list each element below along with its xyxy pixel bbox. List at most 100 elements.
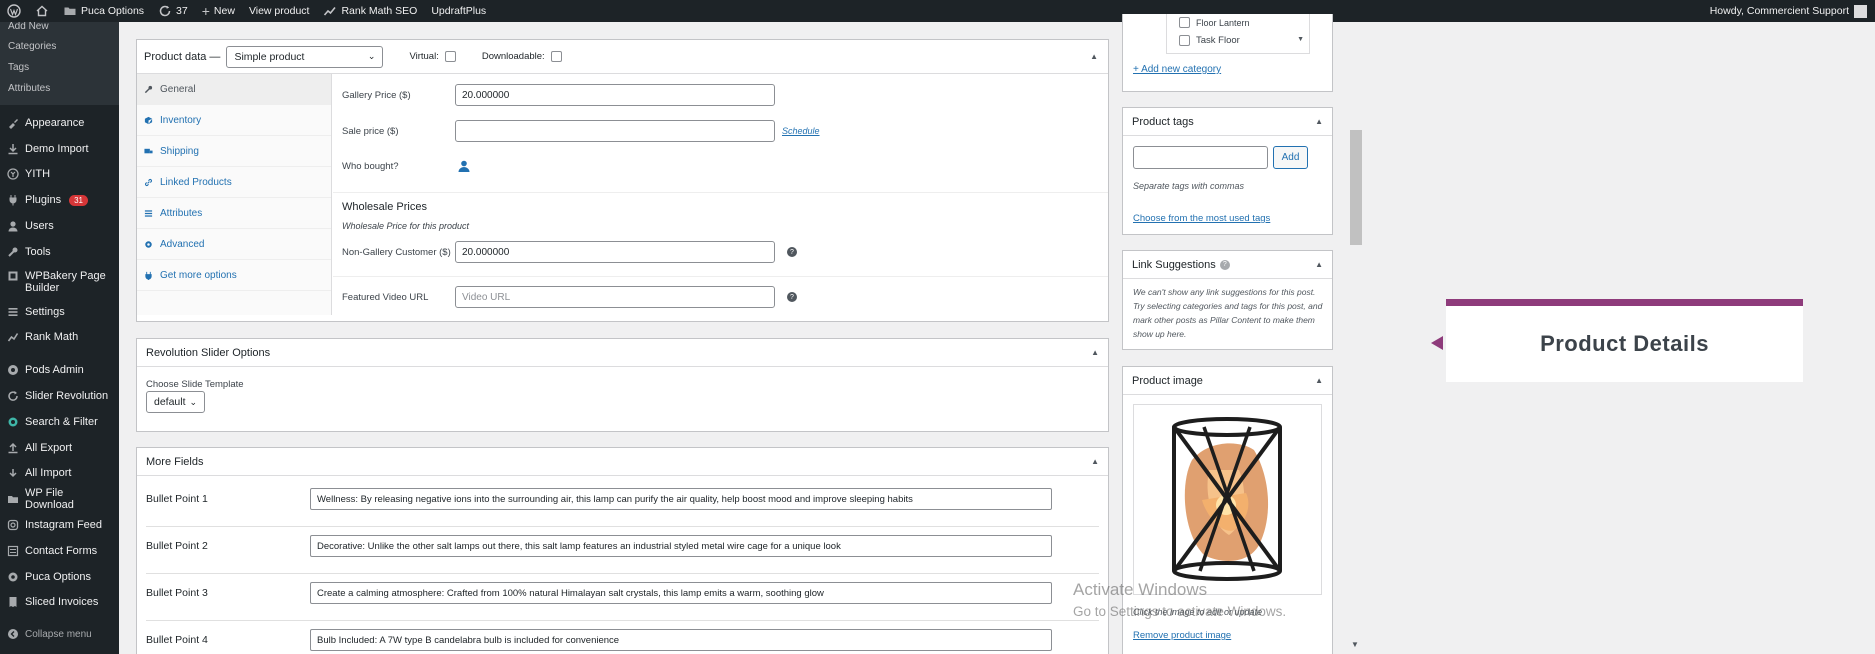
submenu-add-new[interactable]: Add New <box>0 22 119 36</box>
invoice-icon <box>9 597 17 608</box>
rank-math-link[interactable]: Rank Math SEO <box>316 0 424 22</box>
brush-icon <box>9 118 18 129</box>
sidebar-item-label: Sliced Invoices <box>25 596 99 609</box>
category-checkbox[interactable] <box>1179 17 1190 28</box>
tab-inventory[interactable]: Inventory <box>137 105 331 136</box>
chevron-down-icon[interactable]: ▼ <box>1297 36 1304 43</box>
scroll-down-arrow-icon[interactable]: ▼ <box>1351 640 1359 649</box>
collapse-toggle-icon[interactable]: ▲ <box>1091 348 1099 357</box>
sidebar-item-all-import[interactable]: All Import <box>0 461 119 487</box>
collapse-toggle-icon[interactable]: ▲ <box>1315 376 1323 385</box>
sidebar-item-yith[interactable]: YITH <box>0 162 119 188</box>
virtual-checkbox[interactable] <box>444 51 456 62</box>
help-icon[interactable]: ? <box>787 292 797 302</box>
form-icon <box>7 545 19 556</box>
pods-icon <box>8 365 18 376</box>
choose-most-used-tags-link[interactable]: Choose from the most used tags <box>1133 213 1270 224</box>
add-new-category-link[interactable]: + Add new category <box>1133 64 1221 75</box>
divider <box>333 192 1108 193</box>
sidebar-item-puca-options[interactable]: Puca Options <box>0 564 119 590</box>
category-checkbox[interactable] <box>1179 35 1190 46</box>
sidebar-item-tools[interactable]: Tools <box>0 239 119 265</box>
sidebar-item-appearance[interactable]: Appearance <box>0 110 119 136</box>
category-item[interactable]: Floor Lantern <box>1167 14 1309 31</box>
sidebar-item-contact-forms[interactable]: Contact Forms <box>0 538 119 564</box>
help-icon[interactable]: ? <box>1219 259 1230 270</box>
collapse-toggle-icon[interactable]: ▲ <box>1091 457 1099 466</box>
tab-attributes[interactable]: Attributes <box>137 198 331 229</box>
scrollbar-track[interactable] <box>1348 22 1364 654</box>
builder-icon <box>8 271 18 281</box>
category-item[interactable]: Task Floor <box>1167 31 1309 50</box>
gallery-price-label: Gallery Price ($) <box>342 89 411 101</box>
collapse-toggle-icon[interactable]: ▲ <box>1315 117 1323 126</box>
user-icon[interactable] <box>457 159 471 173</box>
wordpress-logo-button[interactable] <box>0 0 28 22</box>
bullet-point-input[interactable]: Create a calming atmosphere: Crafted fro… <box>310 582 1052 604</box>
tab-general[interactable]: General <box>137 74 331 105</box>
category-list[interactable]: Floor Lantern Task Floor ▼ <box>1166 14 1310 54</box>
sidebar-item-pods-admin[interactable]: Pods Admin <box>0 357 119 383</box>
tab-inventory-label: Inventory <box>160 114 202 126</box>
who-bought-label: Who bought? <box>342 160 399 172</box>
featured-video-input[interactable]: Video URL <box>455 286 775 308</box>
salt-lamp-image[interactable] <box>1134 405 1321 594</box>
non-gallery-input[interactable]: 20.000000 <box>455 241 775 263</box>
sidebar-item-demo-import[interactable]: Demo Import <box>0 136 119 162</box>
add-tag-button[interactable]: Add <box>1273 146 1308 169</box>
account-menu[interactable]: Howdy, Commercient Support <box>1710 0 1867 22</box>
sidebar-item-label: Tools <box>25 245 51 258</box>
sidebar-item-label: Rank Math <box>25 331 79 344</box>
collapse-toggle-icon[interactable]: ▲ <box>1090 52 1098 61</box>
product-tags-title: Product tags <box>1132 115 1194 128</box>
gallery-price-input[interactable]: 20.000000 <box>455 84 775 106</box>
sidebar-item-label: WPBakery Page Builder <box>25 269 106 294</box>
downloadable-checkbox[interactable] <box>550 51 562 62</box>
product-image-frame[interactable] <box>1133 404 1322 595</box>
slide-template-value: default <box>154 396 186 408</box>
sidebar-item-sliced-invoices[interactable]: Sliced Invoices <box>0 590 119 616</box>
bullet-point-input[interactable]: Wellness: By releasing negative ions int… <box>310 488 1052 510</box>
wrench-icon <box>144 85 153 93</box>
submenu-attributes[interactable]: Attributes <box>0 78 119 99</box>
rank-math-label: Rank Math SEO <box>341 5 418 17</box>
sidebar-item-slider-revolution[interactable]: Slider Revolution <box>0 383 119 409</box>
tab-advanced[interactable]: Advanced <box>137 229 331 260</box>
collapse-toggle-icon[interactable]: ▲ <box>1315 260 1323 269</box>
collapse-menu-button[interactable]: Collapse menu <box>0 621 119 647</box>
sidebar-item-label: Pods Admin <box>25 364 84 377</box>
schedule-link[interactable]: Schedule <box>782 126 820 136</box>
help-icon[interactable]: ? <box>787 247 797 257</box>
bullet-point-input[interactable]: Decorative: Unlike the other salt lamps … <box>310 535 1052 557</box>
remove-product-image-link[interactable]: Remove product image <box>1133 630 1231 641</box>
home-button[interactable] <box>28 0 56 22</box>
updates-link[interactable]: 37 <box>151 0 195 22</box>
sidebar-item-plugins[interactable]: Plugins 31 <box>0 187 119 213</box>
new-content-link[interactable]: + New <box>195 0 242 22</box>
tab-shipping[interactable]: Shipping <box>137 136 331 167</box>
slide-template-select[interactable]: default ⌄ <box>146 391 205 413</box>
sidebar-item-settings[interactable]: Settings <box>0 299 119 325</box>
sidebar-item-rank-math[interactable]: Rank Math <box>0 325 119 351</box>
sidebar-item-users[interactable]: Users <box>0 213 119 239</box>
sale-price-input[interactable] <box>455 120 775 142</box>
updraftplus-link[interactable]: UpdraftPlus <box>424 0 493 22</box>
bullet-point-input[interactable]: Bulb Included: A 7W type B candelabra bu… <box>310 629 1052 651</box>
link-icon <box>144 178 153 186</box>
submenu-tags[interactable]: Tags <box>0 57 119 78</box>
tab-get-more-options[interactable]: Get more options <box>137 260 331 291</box>
sidebar-item-search-filter[interactable]: Search & Filter <box>0 409 119 435</box>
tag-input[interactable] <box>1133 146 1268 169</box>
scrollbar-thumb[interactable] <box>1350 130 1362 245</box>
sidebar-item-instagram-feed[interactable]: Instagram Feed <box>0 512 119 538</box>
more-fields-header: More Fields ▲ <box>137 448 1108 476</box>
submenu-categories[interactable]: Categories <box>0 36 119 57</box>
view-product-link[interactable]: View product <box>242 0 317 22</box>
sidebar-item-wp-file-download[interactable]: WP File Download <box>0 486 119 512</box>
site-name-link[interactable]: Puca Options <box>56 0 151 22</box>
non-gallery-label: Non-Gallery Customer ($) <box>342 246 451 258</box>
tab-linked-products[interactable]: Linked Products <box>137 167 331 198</box>
sidebar-item-wpbakery-page-builder[interactable]: WPBakery Page Builder <box>0 265 119 299</box>
product-type-select[interactable]: Simple product ⌄ <box>226 45 384 68</box>
sidebar-item-all-export[interactable]: All Export <box>0 435 119 461</box>
